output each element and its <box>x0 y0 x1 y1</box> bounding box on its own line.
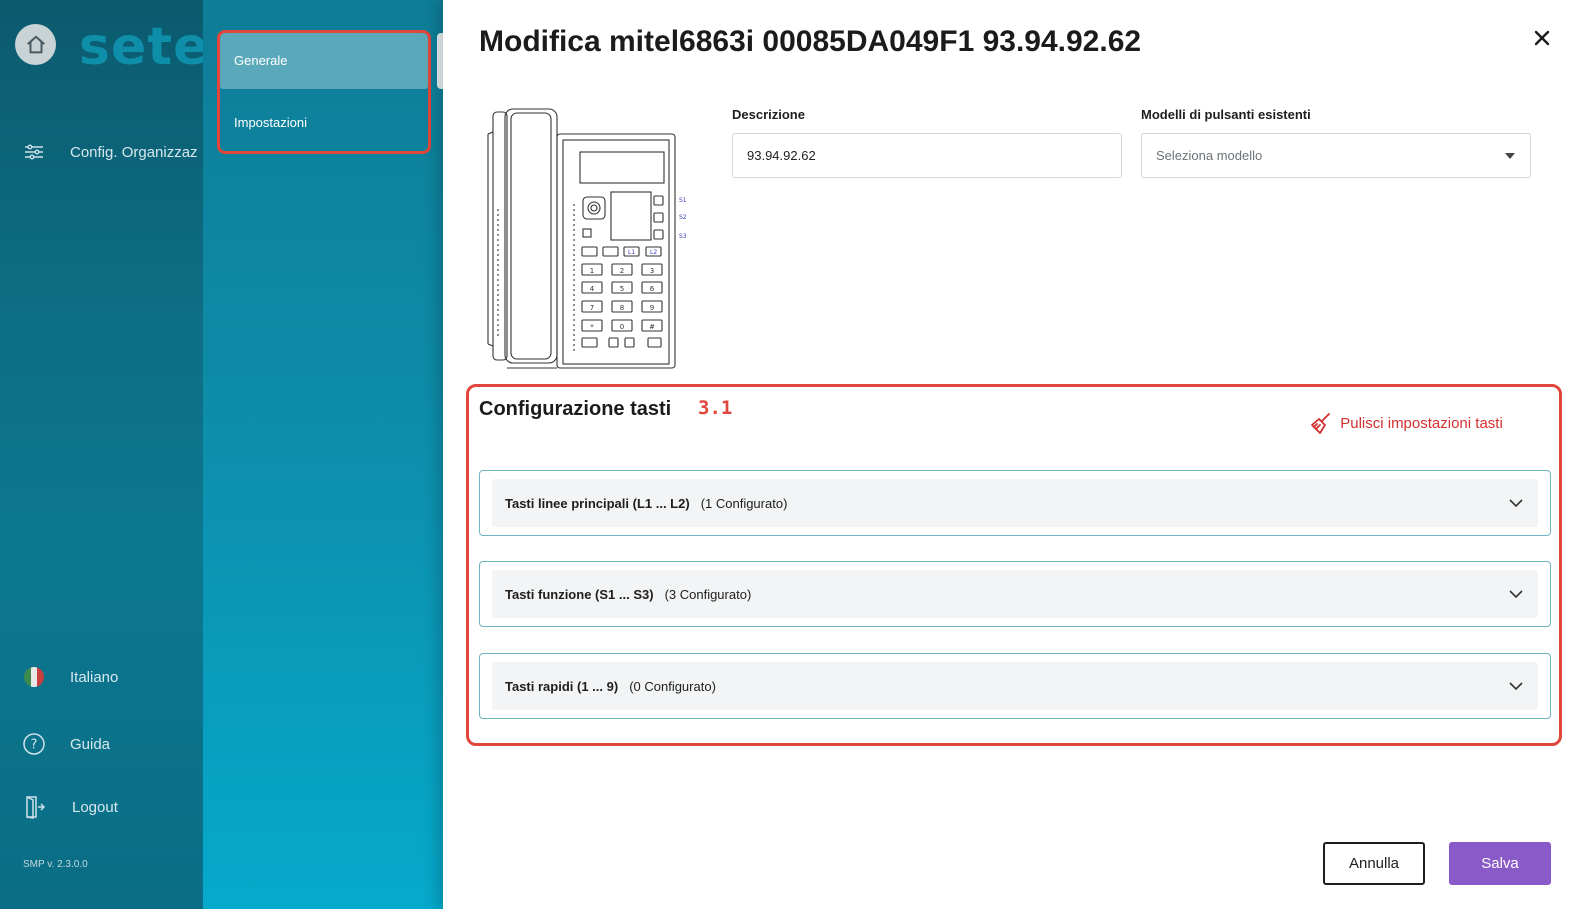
italy-flag-icon <box>22 665 46 689</box>
phone-key: 5 <box>620 285 624 293</box>
phone-key: 6 <box>650 285 655 293</box>
caret-down-icon <box>1505 152 1515 159</box>
save-button[interactable]: Salva <box>1449 842 1551 885</box>
phone-key: * <box>590 323 594 331</box>
close-button[interactable] <box>1528 24 1556 52</box>
section-title: Configurazione tasti <box>479 398 672 420</box>
version-label: SMP v. 2.3.0.0 <box>23 859 88 870</box>
model-select[interactable]: Seleziona modello <box>1141 133 1531 178</box>
phone-label-s2: S2 <box>679 214 687 221</box>
accordion-main-lines[interactable]: Tasti linee principali (L1 ... L2) (1 Co… <box>479 470 1551 536</box>
phone-key: 7 <box>590 304 594 312</box>
home-icon <box>26 35 45 53</box>
accordion-count: (1 Configurato) <box>700 495 788 511</box>
app-sidebar: sete Config. Organizzaz Italiano ? Guida… <box>0 0 203 909</box>
phone-key: 0 <box>620 323 624 331</box>
phone-key: 4 <box>590 285 595 293</box>
accordion-count: (3 Configurato) <box>664 586 752 602</box>
nav-item-language[interactable]: Italiano <box>22 665 118 689</box>
models-label: Modelli di pulsanti esistenti <box>1141 107 1311 122</box>
page-title: Modifica mitel6863i 00085DA049F1 93.94.9… <box>479 25 1142 58</box>
chevron-down-icon <box>1509 682 1523 691</box>
highlight-frame <box>217 30 431 154</box>
accordion-count: (0 Configurato) <box>629 678 716 694</box>
accordion-title: Tasti rapidi (1 ... 9) <box>505 678 619 694</box>
broom-icon <box>1311 413 1330 434</box>
phone-key: 3 <box>650 267 654 275</box>
chevron-down-icon <box>1509 590 1523 599</box>
model-select-placeholder: Seleziona modello <box>1156 148 1263 163</box>
phone-label-s1: S1 <box>679 197 687 204</box>
accordion-title: Tasti linee principali (L1 ... L2) <box>505 495 690 511</box>
nav-item-config-organizzazione[interactable]: Config. Organizzaz <box>22 140 198 164</box>
phone-label-s3: S3 <box>679 233 687 240</box>
nav-label: Config. Organizzaz <box>70 143 198 161</box>
phone-label-l2: L2 <box>650 249 657 256</box>
annotation-number: 3.1 <box>698 397 733 419</box>
accordion-title: Tasti funzione (S1 ... S3) <box>505 586 654 602</box>
home-button[interactable] <box>15 24 56 65</box>
phone-key: 1 <box>590 267 594 275</box>
svg-text:?: ? <box>31 738 38 753</box>
description-input[interactable] <box>732 133 1122 178</box>
clear-keys-label: Pulisci impostazioni tasti <box>1340 415 1503 432</box>
phone-key: 8 <box>620 304 624 312</box>
phone-illustration: S1 S2 S3 L1 L2 1 2 3 4 5 6 7 8 9 * 0 # <box>487 108 687 369</box>
phone-key: 9 <box>650 304 654 312</box>
nav-item-guida[interactable]: ? Guida <box>22 732 110 756</box>
help-icon: ? <box>22 732 46 756</box>
nav-label: Italiano <box>70 668 119 686</box>
cancel-button[interactable]: Annulla <box>1323 842 1425 885</box>
phone-label-l1: L1 <box>628 249 635 256</box>
sliders-icon <box>22 140 46 164</box>
logout-icon <box>22 795 46 819</box>
brand-logo: sete <box>79 17 203 77</box>
accordion-function-keys[interactable]: Tasti funzione (S1 ... S3) (3 Configurat… <box>479 561 1551 627</box>
phone-key: # <box>649 323 655 331</box>
nav-label: Guida <box>70 735 111 753</box>
clear-keys-button[interactable]: Pulisci impostazioni tasti <box>1308 403 1528 445</box>
nav-label: Logout <box>72 798 118 816</box>
chevron-down-icon <box>1509 499 1523 508</box>
nav-item-logout[interactable]: Logout <box>22 795 118 819</box>
description-label: Descrizione <box>732 107 805 122</box>
phone-key: 2 <box>620 267 624 275</box>
accordion-speed-dial[interactable]: Tasti rapidi (1 ... 9) (0 Configurato) <box>479 653 1551 719</box>
close-icon <box>1534 30 1550 46</box>
